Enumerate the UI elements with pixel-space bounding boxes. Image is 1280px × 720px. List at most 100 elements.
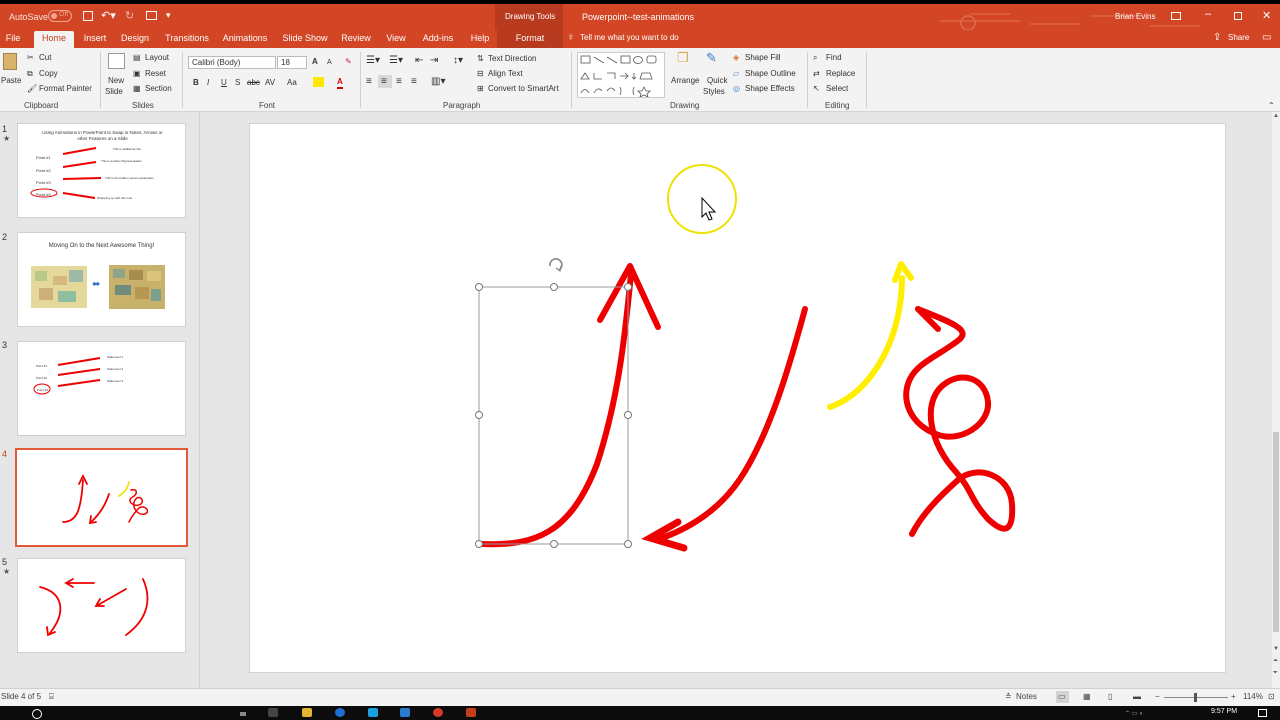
strikethrough-button[interactable]: abc xyxy=(247,77,260,88)
layout-icon[interactable]: ▤ xyxy=(133,52,141,63)
slide-thumbnail-4[interactable] xyxy=(15,448,188,547)
font-name-select[interactable]: Calibri (Body) xyxy=(188,56,276,69)
text-direction-icon[interactable]: ⇅ xyxy=(477,53,484,64)
slide-thumbnail-1[interactable]: Using Animations in PowerPoint to Swap i… xyxy=(17,123,186,218)
change-case-button[interactable]: Aa xyxy=(287,77,297,88)
align-center-icon[interactable]: ≡ xyxy=(381,76,387,87)
zoom-out-button[interactable]: − xyxy=(1155,692,1160,701)
arrange-button[interactable]: Arrange xyxy=(671,75,699,86)
previous-slide-icon[interactable]: ⏶ xyxy=(1273,658,1278,665)
scroll-down-icon[interactable]: ▼ xyxy=(1273,646,1279,652)
section-icon[interactable]: ▦ xyxy=(133,83,141,94)
paste-button[interactable]: Paste xyxy=(1,75,21,86)
shape-fill-icon[interactable]: ◈ xyxy=(733,52,739,63)
shape-fill-button[interactable]: Shape Fill xyxy=(745,52,781,63)
search-icon[interactable] xyxy=(32,709,42,719)
scroll-thumb[interactable] xyxy=(1273,432,1279,632)
ribbon-display-options-icon[interactable] xyxy=(1171,12,1181,20)
notifications-icon[interactable] xyxy=(1258,709,1267,717)
zoom-slider-thumb[interactable] xyxy=(1194,693,1197,702)
columns-icon[interactable]: ▥▾ xyxy=(431,76,445,87)
notes-button[interactable]: Notes xyxy=(1016,692,1037,701)
new-slide-icon[interactable] xyxy=(108,53,125,69)
increase-indent-icon[interactable]: ⇥ xyxy=(430,55,438,66)
tell-me-search[interactable]: Tell me what you want to do xyxy=(580,33,679,42)
align-text-button[interactable]: Align Text xyxy=(488,68,523,79)
format-painter-button[interactable]: Format Painter xyxy=(39,83,92,94)
customize-toolbar-icon[interactable]: ▾ xyxy=(166,10,171,21)
share-icon[interactable]: ⇪ xyxy=(1213,32,1221,43)
char-spacing-button[interactable]: AV xyxy=(265,77,275,88)
tab-view[interactable]: View xyxy=(383,31,409,48)
edge-icon[interactable] xyxy=(335,708,345,717)
text-direction-button[interactable]: Text Direction xyxy=(488,53,536,64)
tab-review[interactable]: Review xyxy=(339,31,373,48)
reading-view-icon[interactable]: ▯ xyxy=(1108,692,1112,701)
slide-canvas[interactable] xyxy=(249,123,1226,673)
replace-icon[interactable]: ⇄ xyxy=(813,68,820,79)
restore-icon[interactable] xyxy=(1234,12,1242,20)
reset-icon[interactable]: ▣ xyxy=(133,68,141,79)
mail-icon[interactable] xyxy=(400,708,410,717)
share-button[interactable]: Share xyxy=(1228,33,1249,42)
replace-button[interactable]: Replace xyxy=(826,68,855,79)
line-spacing-icon[interactable]: ↕▾ xyxy=(453,55,463,66)
slide-thumbnail-5[interactable] xyxy=(17,558,186,653)
tab-transitions[interactable]: Transitions xyxy=(163,31,211,48)
align-text-icon[interactable]: ⊟ xyxy=(477,68,484,79)
copy-icon[interactable]: ⧉ xyxy=(27,68,33,79)
shapes-gallery[interactable] xyxy=(577,52,665,98)
select-icon[interactable]: ↖ xyxy=(813,83,820,94)
quick-styles-icon[interactable]: ✎ xyxy=(706,51,717,64)
decrease-indent-icon[interactable]: ⇤ xyxy=(415,55,423,66)
smartart-icon[interactable]: ⊞ xyxy=(477,83,484,94)
store-icon[interactable] xyxy=(368,708,378,717)
underline-button[interactable]: U xyxy=(221,77,227,88)
bold-button[interactable]: B xyxy=(193,77,199,88)
tab-format[interactable]: Format xyxy=(510,31,550,48)
shape-effects-button[interactable]: Shape Effects xyxy=(745,83,795,94)
shape-effects-icon[interactable]: ◎ xyxy=(733,83,740,94)
autosave-toggle[interactable]: Off xyxy=(48,10,72,22)
shadow-button[interactable]: S xyxy=(235,77,240,88)
tab-insert[interactable]: Insert xyxy=(80,31,110,48)
justify-icon[interactable]: ≡ xyxy=(411,76,417,87)
layout-button[interactable]: Layout xyxy=(145,52,169,63)
zoom-level[interactable]: 114% xyxy=(1243,692,1263,701)
comments-icon[interactable]: ▭ xyxy=(1262,32,1271,43)
fit-slide-icon[interactable]: ⊡ xyxy=(1268,692,1275,701)
powerpoint-icon[interactable] xyxy=(466,708,476,717)
slide-sorter-icon[interactable]: ▦ xyxy=(1083,692,1091,701)
convert-smartart-button[interactable]: Convert to SmartArt xyxy=(488,83,559,94)
scroll-up-icon[interactable]: ▲ xyxy=(1273,113,1279,119)
new-slide-label-2[interactable]: Slide xyxy=(105,86,123,97)
font-color-button[interactable]: A xyxy=(337,76,343,89)
align-right-icon[interactable]: ≡ xyxy=(396,76,402,87)
quick-styles-label-2[interactable]: Styles xyxy=(703,86,725,97)
arrange-icon[interactable]: ❐ xyxy=(677,51,689,64)
italic-button[interactable]: I xyxy=(207,77,209,88)
next-slide-icon[interactable]: ⏷ xyxy=(1273,670,1278,677)
cut-icon[interactable]: ✂ xyxy=(27,52,34,63)
tab-animations[interactable]: Animations xyxy=(221,31,269,48)
tab-add-ins[interactable]: Add-ins xyxy=(420,31,456,48)
numbering-icon[interactable]: ☰▾ xyxy=(389,55,403,66)
section-button[interactable]: Section xyxy=(145,83,172,94)
quick-styles-label-1[interactable]: Quick xyxy=(707,75,727,86)
shape-outline-button[interactable]: Shape Outline xyxy=(745,68,796,79)
clear-formatting-icon[interactable]: ✎ xyxy=(345,56,352,67)
start-from-beginning-icon[interactable] xyxy=(146,11,157,20)
zoom-in-button[interactable]: + xyxy=(1231,692,1236,701)
tab-help[interactable]: Help xyxy=(467,31,493,48)
chrome-icon[interactable] xyxy=(433,708,443,717)
save-icon[interactable] xyxy=(83,11,93,21)
normal-view-icon[interactable]: ▭ xyxy=(1058,692,1066,701)
undo-icon[interactable]: ↶▾ xyxy=(101,9,116,22)
font-size-select[interactable]: 18 xyxy=(277,56,307,69)
slide-thumbnail-2[interactable]: Moving On to the Next Awesome Thing! ⬌ xyxy=(17,232,186,327)
cut-button[interactable]: Cut xyxy=(39,52,51,63)
task-view-icon[interactable] xyxy=(268,708,278,717)
tab-file[interactable]: File xyxy=(0,31,26,48)
shrink-font-button[interactable]: A xyxy=(327,57,332,68)
slide-show-icon[interactable]: ▬ xyxy=(1133,692,1141,701)
